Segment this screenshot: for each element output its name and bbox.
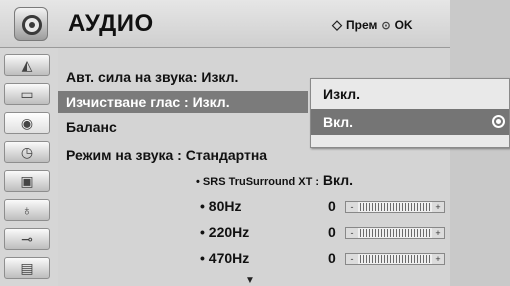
option-on[interactable]: Вкл. <box>311 109 509 135</box>
category-sidebar: ◭ ▭ ◉ ◷ ▣ ♁ ⊸ ▤ <box>0 48 58 286</box>
slider-plus: + <box>432 202 444 212</box>
tv-menu-screen: АУДИО ◇ Прем ⊙ OK ◭ ▭ ◉ ◷ ▣ ♁ ⊸ ▤ Авт. с… <box>0 0 510 286</box>
ok-button-icon: ⊙ <box>381 19 391 32</box>
eq-470hz-label: • 470Hz <box>200 250 250 266</box>
eq-470hz-value: 0 <box>328 250 336 266</box>
clear-voice-popup: Изкл. Вкл. <box>310 78 510 148</box>
eq-80hz-label: • 80Hz <box>200 198 242 214</box>
eq-470hz-slider[interactable]: - + <box>345 253 445 265</box>
balance-item[interactable]: Баланс <box>58 116 308 138</box>
scroll-down-arrow-icon[interactable]: ▼ <box>245 275 255 286</box>
option-off[interactable]: Изкл. <box>311 81 509 107</box>
usb-icon[interactable]: ▤ <box>4 257 50 279</box>
option-icon[interactable]: ♁ <box>4 199 50 221</box>
lock-icon[interactable]: ▣ <box>4 170 50 192</box>
audio-speaker-icon <box>14 7 48 41</box>
auto-volume-item[interactable]: Авт. сила на звука: Изкл. <box>58 66 308 88</box>
picture-icon[interactable]: ◭ <box>4 54 50 76</box>
hint-ok-label: OK <box>394 18 413 32</box>
page-title: АУДИО <box>68 10 154 37</box>
slider-minus: - <box>346 228 358 238</box>
audio-icon[interactable]: ◉ <box>4 112 50 134</box>
srs-value: Вкл. <box>322 172 353 188</box>
input-icon[interactable]: ⊸ <box>4 228 50 250</box>
hint-move-label: Прем <box>346 18 378 32</box>
screen-icon[interactable]: ▭ <box>4 83 50 105</box>
eq-80hz-slider[interactable]: - + <box>345 201 445 213</box>
radio-selected-icon <box>492 115 505 128</box>
clear-voice-item[interactable]: Изчистване глас : Изкл. <box>58 91 308 113</box>
eq-220hz-label: • 220Hz <box>200 224 250 240</box>
slider-plus: + <box>432 228 444 238</box>
srs-setting[interactable]: • SRS TruSurround XT : Вкл. <box>196 169 353 193</box>
menu-header: АУДИО ◇ Прем ⊙ OK <box>0 0 450 48</box>
eq-220hz-slider[interactable]: - + <box>345 227 445 239</box>
srs-label: • SRS TruSurround XT : <box>196 176 320 188</box>
option-on-label: Вкл. <box>323 114 354 130</box>
eq-80hz-value: 0 <box>328 198 336 214</box>
time-icon[interactable]: ◷ <box>4 141 50 163</box>
navigation-hint: ◇ Прем ⊙ OK <box>332 17 413 33</box>
slider-plus: + <box>432 254 444 264</box>
dpad-icon: ◇ <box>332 17 342 32</box>
eq-220hz-value: 0 <box>328 224 336 240</box>
slider-minus: - <box>346 202 358 212</box>
option-off-label: Изкл. <box>323 86 360 102</box>
slider-minus: - <box>346 254 358 264</box>
sound-mode-item[interactable]: Режим на звука : Стандартна <box>58 144 308 166</box>
